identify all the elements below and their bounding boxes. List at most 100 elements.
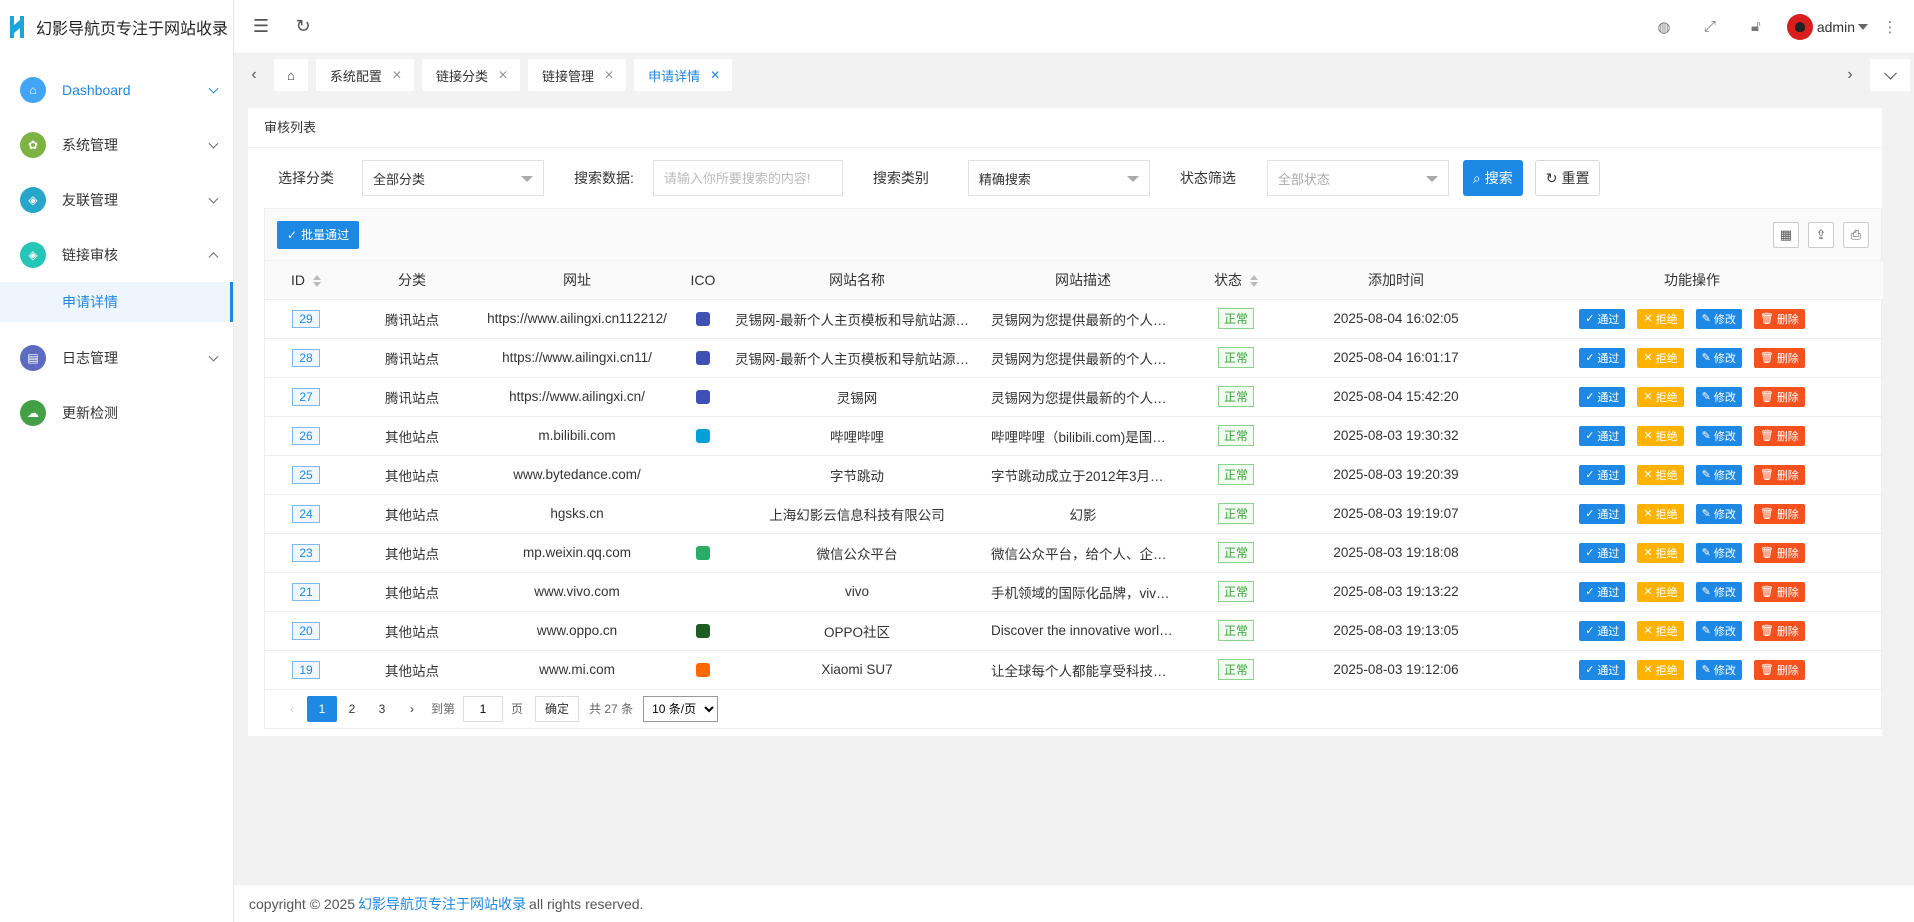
reject-button[interactable]: ✕ 拒绝 bbox=[1637, 308, 1684, 329]
lock-icon[interactable]: 🔓︎ bbox=[1733, 0, 1779, 54]
approve-button[interactable]: ✓ 通过 bbox=[1579, 386, 1626, 407]
search-input[interactable] bbox=[652, 160, 843, 196]
print-icon[interactable]: ⎙ bbox=[1843, 221, 1869, 248]
page-2[interactable]: 2 bbox=[337, 696, 367, 722]
status-badge: 正常 bbox=[1217, 659, 1254, 680]
sidebar-item-dashboard[interactable]: ⌂ Dashboard bbox=[0, 62, 233, 117]
globe-icon[interactable]: ◍ bbox=[1641, 0, 1687, 54]
reject-button[interactable]: ✕ 拒绝 bbox=[1637, 464, 1684, 485]
tab-link-manage[interactable]: 链接管理 ✕ bbox=[528, 59, 627, 91]
status-select[interactable]: 全部状态 bbox=[1266, 160, 1449, 196]
delete-button[interactable]: 🗑︎ 删除 bbox=[1753, 308, 1805, 329]
edit-button[interactable]: ✎ 修改 bbox=[1695, 581, 1742, 602]
reject-button[interactable]: ✕ 拒绝 bbox=[1637, 620, 1684, 641]
goto-page-input[interactable] bbox=[463, 695, 504, 722]
approve-button[interactable]: ✓ 通过 bbox=[1579, 503, 1626, 524]
cell-ops: ✓ 通过 ✕ 拒绝 ✎ 修改 🗑︎ 删除 bbox=[1501, 416, 1883, 456]
approve-button[interactable]: ✓ 通过 bbox=[1579, 581, 1626, 602]
reject-button[interactable]: ✕ 拒绝 bbox=[1637, 542, 1684, 563]
tab-apply-detail[interactable]: 申请详情 ✕ bbox=[634, 59, 733, 91]
row-actions: ✓ 通过 ✕ 拒绝 ✎ 修改 🗑︎ 删除 bbox=[1507, 425, 1877, 446]
delete-button[interactable]: 🗑︎ 删除 bbox=[1753, 425, 1805, 446]
delete-button[interactable]: 🗑︎ 删除 bbox=[1753, 620, 1805, 641]
prev-page-icon[interactable]: ‹ bbox=[277, 696, 307, 722]
reset-button[interactable]: ↻ 重置 bbox=[1534, 160, 1601, 196]
edit-button[interactable]: ✎ 修改 bbox=[1695, 425, 1742, 446]
approve-label: 通过 bbox=[1597, 586, 1620, 599]
edit-button[interactable]: ✎ 修改 bbox=[1695, 503, 1742, 524]
edit-button[interactable]: ✎ 修改 bbox=[1695, 386, 1742, 407]
batch-approve-button[interactable]: ✓ 批量通过 bbox=[277, 220, 360, 249]
close-icon[interactable]: ✕ bbox=[392, 68, 402, 82]
page-size-select[interactable]: 10 条/页 bbox=[643, 695, 719, 722]
tab-link-category[interactable]: 链接分类 ✕ bbox=[421, 59, 521, 91]
reject-button[interactable]: ✕ 拒绝 bbox=[1637, 581, 1684, 602]
page-1[interactable]: 1 bbox=[307, 695, 337, 722]
reject-button[interactable]: ✕ 拒绝 bbox=[1637, 659, 1684, 680]
sidebar-item-logs[interactable]: ▤ 日志管理 bbox=[0, 330, 233, 385]
sort-icon[interactable] bbox=[1250, 275, 1258, 288]
edit-button[interactable]: ✎ 修改 bbox=[1695, 464, 1742, 485]
next-page-icon[interactable]: › bbox=[397, 696, 427, 722]
approve-button[interactable]: ✓ 通过 bbox=[1579, 347, 1626, 368]
user-menu[interactable]: admin bbox=[1779, 13, 1876, 40]
approve-button[interactable]: ✓ 通过 bbox=[1579, 425, 1626, 446]
reject-label: 拒绝 bbox=[1655, 664, 1678, 677]
delete-button[interactable]: 🗑︎ 删除 bbox=[1753, 386, 1805, 407]
edit-button[interactable]: ✎ 修改 bbox=[1695, 347, 1742, 368]
edit-button[interactable]: ✎ 修改 bbox=[1695, 620, 1742, 641]
reject-button[interactable]: ✕ 拒绝 bbox=[1637, 386, 1684, 407]
menu-toggle-icon[interactable]: ☰ bbox=[240, 0, 282, 54]
sidebar-subitem-apply-detail[interactable]: 申请详情 bbox=[0, 282, 233, 322]
search-type-select[interactable]: 精确搜索 bbox=[967, 160, 1150, 196]
delete-button[interactable]: 🗑︎ 删除 bbox=[1753, 542, 1805, 563]
reject-button[interactable]: ✕ 拒绝 bbox=[1637, 347, 1684, 368]
delete-button[interactable]: 🗑︎ 删除 bbox=[1753, 464, 1805, 485]
search-button[interactable]: ⌕ 搜索 bbox=[1462, 160, 1523, 196]
edit-button[interactable]: ✎ 修改 bbox=[1695, 542, 1742, 563]
cell-ico bbox=[677, 650, 729, 690]
page-3[interactable]: 3 bbox=[367, 696, 397, 722]
approve-button[interactable]: ✓ 通过 bbox=[1579, 464, 1626, 485]
col-header-id[interactable]: ID bbox=[265, 261, 347, 300]
sort-icon[interactable] bbox=[313, 275, 321, 288]
logo[interactable]: 幻影导航页专注于网站收录 bbox=[0, 0, 233, 54]
delete-button[interactable]: 🗑︎ 删除 bbox=[1753, 503, 1805, 524]
sidebar-item-system[interactable]: ✿ 系统管理 bbox=[0, 117, 233, 172]
columns-icon[interactable]: ▦ bbox=[1773, 221, 1799, 248]
tabs-more-button[interactable] bbox=[1870, 59, 1910, 91]
edit-button[interactable]: ✎ 修改 bbox=[1695, 659, 1742, 680]
approve-button[interactable]: ✓ 通过 bbox=[1579, 308, 1626, 329]
cell-time: 2025-08-03 19:30:32 bbox=[1291, 416, 1501, 456]
approve-button[interactable]: ✓ 通过 bbox=[1579, 542, 1626, 563]
delete-button[interactable]: 🗑︎ 删除 bbox=[1753, 659, 1805, 680]
footer-link[interactable]: 幻影导航页专注于网站收录 bbox=[358, 894, 526, 914]
goto-confirm-button[interactable]: 确定 bbox=[535, 695, 580, 722]
tab-home[interactable]: ⌂ bbox=[274, 59, 308, 91]
reject-button[interactable]: ✕ 拒绝 bbox=[1637, 425, 1684, 446]
export-icon[interactable]: ⇪ bbox=[1808, 221, 1834, 248]
sidebar-item-link-review[interactable]: ◈ 链接审核 bbox=[0, 227, 233, 282]
close-icon[interactable]: ✕ bbox=[604, 68, 614, 82]
approve-button[interactable]: ✓ 通过 bbox=[1579, 659, 1626, 680]
tabs-scroll-right-icon[interactable]: › bbox=[1830, 54, 1870, 96]
delete-button[interactable]: 🗑︎ 删除 bbox=[1753, 347, 1805, 368]
cell-category: 其他站点 bbox=[347, 416, 477, 456]
cell-time: 2025-08-04 16:01:17 bbox=[1291, 338, 1501, 378]
cell-status: 正常 bbox=[1181, 650, 1291, 690]
edit-button[interactable]: ✎ 修改 bbox=[1695, 308, 1742, 329]
tabs-scroll-left-icon[interactable]: ‹ bbox=[234, 54, 274, 96]
reject-button[interactable]: ✕ 拒绝 bbox=[1637, 503, 1684, 524]
approve-button[interactable]: ✓ 通过 bbox=[1579, 620, 1626, 641]
category-select[interactable]: 全部分类 bbox=[362, 160, 544, 196]
delete-button[interactable]: 🗑︎ 删除 bbox=[1753, 581, 1805, 602]
col-header-status[interactable]: 状态 bbox=[1181, 261, 1291, 300]
fullscreen-icon[interactable]: ⤢ bbox=[1687, 0, 1733, 54]
refresh-icon[interactable]: ↻ bbox=[282, 0, 324, 54]
sidebar-item-friend-links[interactable]: ◈ 友联管理 bbox=[0, 172, 233, 227]
more-vertical-icon[interactable]: ⋮ bbox=[1876, 0, 1904, 54]
tab-system-config[interactable]: 系统配置 ✕ bbox=[315, 59, 414, 91]
close-icon[interactable]: ✕ bbox=[498, 68, 508, 82]
sidebar-item-update-check[interactable]: ☁ 更新检测 bbox=[0, 385, 233, 440]
close-icon[interactable]: ✕ bbox=[710, 68, 720, 82]
